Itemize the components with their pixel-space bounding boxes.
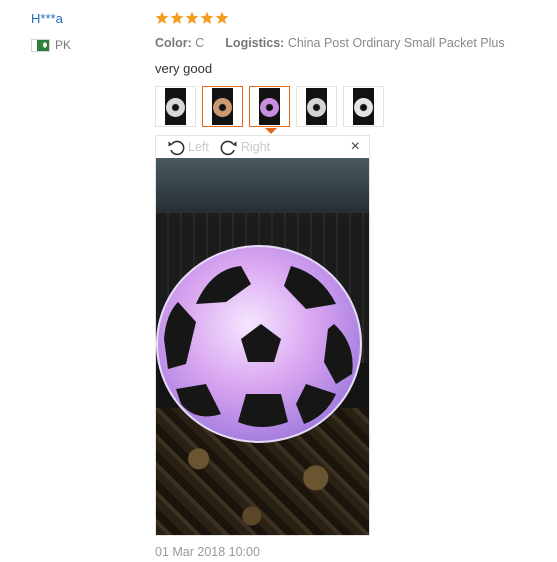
star-icon (200, 11, 214, 25)
star-icon (185, 11, 199, 25)
photo-viewer: Left Right × (155, 135, 370, 536)
review-text: very good (155, 61, 213, 76)
reviewer-country: PK (31, 38, 71, 52)
hover-soccer-ball-image (156, 245, 362, 443)
rotate-right-button[interactable]: Right (219, 137, 270, 157)
viewer-toolbar: Left Right × (156, 136, 369, 158)
photo-thumbnail[interactable] (155, 86, 196, 127)
order-info: Color: C Logistics: China Post Ordinary … (155, 36, 505, 50)
pakistan-flag-icon (31, 38, 50, 52)
logistics-label: Logistics: (225, 36, 285, 50)
reviewer-name[interactable]: H***a (31, 11, 63, 26)
rotate-right-label: Right (240, 140, 271, 154)
close-icon[interactable]: × (351, 138, 360, 156)
review-date: 01 Mar 2018 10:00 (155, 545, 260, 559)
logistics-value: China Post Ordinary Small Packet Plus (287, 36, 505, 50)
star-icon (170, 11, 184, 25)
rotate-left-icon (166, 137, 186, 157)
photo-thumbnail[interactable] (249, 86, 290, 127)
selected-thumbnail-pointer (265, 128, 277, 134)
rotate-right-icon (219, 137, 239, 157)
photo-thumbnails (155, 86, 384, 127)
color-label: Color: (155, 36, 192, 50)
star-icon (155, 11, 169, 25)
star-rating (155, 11, 229, 25)
color-value: C (195, 36, 205, 50)
rotate-left-label: Left (188, 140, 209, 154)
photo-thumbnail[interactable] (202, 86, 243, 127)
country-code: PK (55, 38, 72, 52)
photo-thumbnail[interactable] (343, 86, 384, 127)
review-photo (156, 158, 369, 535)
rotate-left-button[interactable]: Left (166, 137, 209, 157)
star-icon (215, 11, 229, 25)
photo-thumbnail[interactable] (296, 86, 337, 127)
